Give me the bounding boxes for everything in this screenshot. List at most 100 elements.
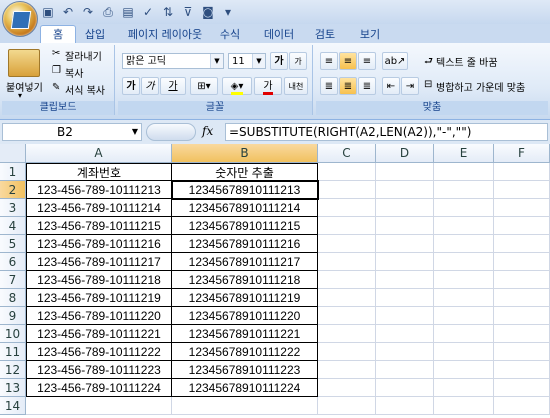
align-middle-icon[interactable]: ≡ xyxy=(339,52,357,70)
wrap-text-button[interactable]: 텍스트 줄 바꿈 xyxy=(436,54,498,69)
row-header[interactable]: 10 xyxy=(0,325,26,343)
cell-f4[interactable] xyxy=(494,217,550,235)
print-icon[interactable]: ⎙ xyxy=(100,4,116,20)
cell-d11[interactable] xyxy=(376,343,434,361)
column-header-d[interactable]: D xyxy=(376,144,434,163)
row-header[interactable]: 9 xyxy=(0,307,26,325)
cell-d6[interactable] xyxy=(376,253,434,271)
cell-c14[interactable] xyxy=(318,397,376,415)
cell-e8[interactable] xyxy=(434,289,494,307)
cell-a12[interactable]: 123-456-789-10111223 xyxy=(26,361,172,379)
cell-f2[interactable] xyxy=(494,181,550,199)
paste-icon[interactable] xyxy=(8,49,40,77)
cell-e11[interactable] xyxy=(434,343,494,361)
cell-d9[interactable] xyxy=(376,307,434,325)
redo-icon[interactable]: ↷ xyxy=(80,4,96,20)
cell-b5[interactable]: 12345678910111216 xyxy=(172,235,318,253)
tab-data[interactable]: 데이터 xyxy=(258,26,300,43)
cell-c4[interactable] xyxy=(318,217,376,235)
cell-a11[interactable]: 123-456-789-10111222 xyxy=(26,343,172,361)
cell-c13[interactable] xyxy=(318,379,376,397)
row-header[interactable]: 2 xyxy=(0,181,26,199)
cell-b12[interactable]: 12345678910111223 xyxy=(172,361,318,379)
cell-b6[interactable]: 12345678910111217 xyxy=(172,253,318,271)
cell-b7[interactable]: 12345678910111218 xyxy=(172,271,318,289)
cell-b3[interactable]: 12345678910111214 xyxy=(172,199,318,217)
merge-center-button[interactable]: 병합하고 가운데 맞춤 xyxy=(436,79,525,94)
cell-b8[interactable]: 12345678910111219 xyxy=(172,289,318,307)
cell-f12[interactable] xyxy=(494,361,550,379)
cell-b10[interactable]: 12345678910111221 xyxy=(172,325,318,343)
italic-button[interactable]: 가 xyxy=(141,77,159,95)
tab-review[interactable]: 검토 xyxy=(310,26,340,43)
decrease-indent-icon[interactable]: ⇤ xyxy=(382,77,400,95)
cell-d3[interactable] xyxy=(376,199,434,217)
office-button[interactable] xyxy=(2,1,38,37)
cell-a10[interactable]: 123-456-789-10111221 xyxy=(26,325,172,343)
cut-icon[interactable]: ✂ xyxy=(52,48,60,59)
cell-c9[interactable] xyxy=(318,307,376,325)
cell-d7[interactable] xyxy=(376,271,434,289)
format-painter-button[interactable]: 서식 복사 xyxy=(65,82,105,97)
row-header[interactable]: 11 xyxy=(0,343,26,361)
cell-c10[interactable] xyxy=(318,325,376,343)
cell-c2[interactable] xyxy=(318,181,376,199)
paste-button[interactable]: 붙여넣기 xyxy=(6,79,43,94)
filter-icon[interactable]: ⊽ xyxy=(180,4,196,20)
row-header[interactable]: 14 xyxy=(0,397,26,415)
cell-f1[interactable] xyxy=(494,163,550,181)
cell-d4[interactable] xyxy=(376,217,434,235)
cell-d5[interactable] xyxy=(376,235,434,253)
undo-icon[interactable]: ↶ xyxy=(60,4,76,20)
formula-splitter[interactable] xyxy=(146,123,196,141)
font-color-button[interactable]: 가 xyxy=(254,77,282,95)
cell-a5[interactable]: 123-456-789-10111216 xyxy=(26,235,172,253)
cell-e9[interactable] xyxy=(434,307,494,325)
cell-b2[interactable]: 12345678910111213 xyxy=(172,181,318,199)
tab-home[interactable]: 홈 xyxy=(40,25,76,44)
cell-a1[interactable]: 계좌번호 xyxy=(26,163,172,181)
cell-c7[interactable] xyxy=(318,271,376,289)
align-bottom-icon[interactable]: ≡ xyxy=(358,52,376,70)
row-header[interactable]: 13 xyxy=(0,379,26,397)
cell-d8[interactable] xyxy=(376,289,434,307)
cell-c3[interactable] xyxy=(318,199,376,217)
cell-e1[interactable] xyxy=(434,163,494,181)
row-header[interactable]: 12 xyxy=(0,361,26,379)
tab-page-layout[interactable]: 페이지 레이아웃 xyxy=(120,26,210,43)
bold-button[interactable]: 가 xyxy=(122,77,140,95)
cell-b1[interactable]: 숫자만 추출 xyxy=(172,163,318,181)
row-header[interactable]: 6 xyxy=(0,253,26,271)
sort-icon[interactable]: ⇅ xyxy=(160,4,176,20)
cell-c1[interactable] xyxy=(318,163,376,181)
row-header[interactable]: 4 xyxy=(0,217,26,235)
column-header-b[interactable]: B xyxy=(172,144,318,163)
cell-c8[interactable] xyxy=(318,289,376,307)
cell-f6[interactable] xyxy=(494,253,550,271)
select-all-corner[interactable] xyxy=(0,144,26,163)
cell-e2[interactable] xyxy=(434,181,494,199)
align-center-icon[interactable]: ≣ xyxy=(339,77,357,95)
preview-icon[interactable]: ▤ xyxy=(120,4,136,20)
column-header-a[interactable]: A xyxy=(26,144,172,163)
cell-a6[interactable]: 123-456-789-10111217 xyxy=(26,253,172,271)
cell-a4[interactable]: 123-456-789-10111215 xyxy=(26,217,172,235)
cell-a14[interactable] xyxy=(26,397,172,415)
row-header[interactable]: 8 xyxy=(0,289,26,307)
cell-c12[interactable] xyxy=(318,361,376,379)
cell-b13[interactable]: 12345678910111224 xyxy=(172,379,318,397)
cell-c11[interactable] xyxy=(318,343,376,361)
row-header[interactable]: 7 xyxy=(0,271,26,289)
cell-e10[interactable] xyxy=(434,325,494,343)
merge-center-icon[interactable]: ⊟ xyxy=(424,79,432,90)
cell-b9[interactable]: 12345678910111220 xyxy=(172,307,318,325)
cell-d12[interactable] xyxy=(376,361,434,379)
cell-a8[interactable]: 123-456-789-10111219 xyxy=(26,289,172,307)
increase-indent-icon[interactable]: ⇥ xyxy=(401,77,419,95)
cell-f5[interactable] xyxy=(494,235,550,253)
cell-f9[interactable] xyxy=(494,307,550,325)
cell-a2[interactable]: 123-456-789-10111213 xyxy=(26,181,172,199)
cell-f8[interactable] xyxy=(494,289,550,307)
cell-d13[interactable] xyxy=(376,379,434,397)
cell-a7[interactable]: 123-456-789-10111218 xyxy=(26,271,172,289)
